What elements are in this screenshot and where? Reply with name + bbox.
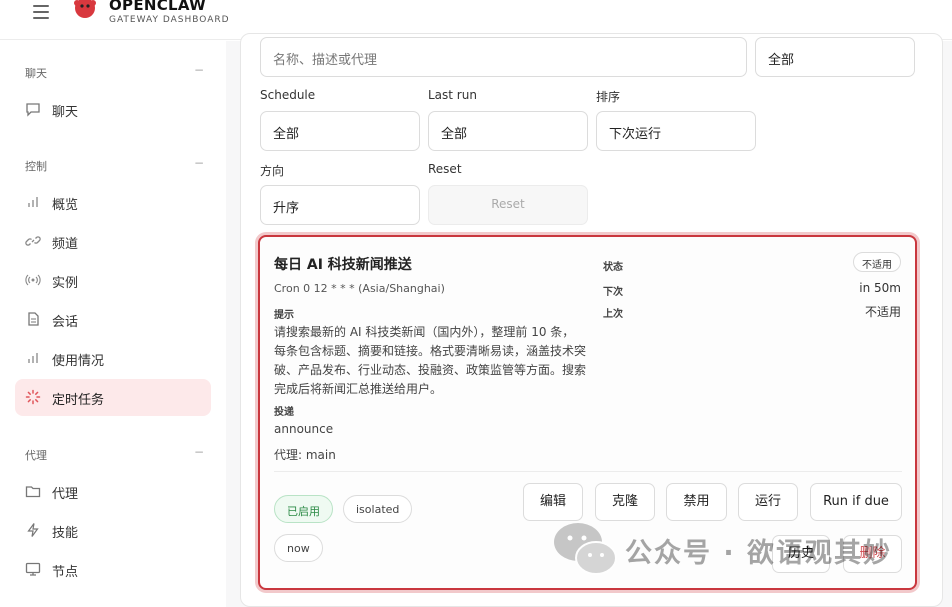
watermark-text: 公众号 · 欲语观其妙 (625, 538, 893, 569)
last-run-filter-select[interactable]: 全部 (428, 111, 588, 151)
group-collapse-toggle[interactable]: − (194, 63, 204, 77)
sidebar-item-skills[interactable]: 技能 (15, 512, 211, 549)
sidebar-item-label: 概览 (52, 198, 79, 213)
group-title-agents: 代理 (25, 449, 47, 462)
group-collapse-toggle[interactable]: − (194, 156, 204, 170)
card-divider (274, 471, 902, 472)
sidebar-item-overview[interactable]: 概览 (15, 184, 211, 221)
status-badge: 不适用 (853, 252, 901, 272)
sidebar: 聊天 − 聊天 控制 − 概览 频道 实例 会话 使用情况 定时任务 代理 − … (0, 41, 226, 607)
wake-mode-chip: now (274, 534, 323, 562)
enabled-chip: 已启用 (274, 495, 333, 523)
run-button[interactable]: 运行 (738, 483, 798, 521)
broadcast-icon (25, 274, 41, 286)
sidebar-item-label: 节点 (52, 565, 79, 580)
openclaw-logo-icon (74, 0, 96, 18)
sidebar-item-label: 技能 (52, 526, 79, 541)
sidebar-item-label: 会话 (52, 315, 79, 330)
next-run-value: in 50m (859, 281, 901, 295)
disable-button[interactable]: 禁用 (666, 483, 727, 521)
sidebar-item-instances[interactable]: 实例 (15, 262, 211, 299)
sidebar-item-agents[interactable]: 代理 (15, 473, 211, 510)
delivery-label: 投递 (274, 407, 294, 418)
direction-select[interactable]: 升序 (260, 185, 420, 225)
prompt-label: 提示 (274, 310, 294, 321)
brand-subtitle: GATEWAY DASHBOARD (109, 15, 230, 25)
reset-button[interactable]: Reset (428, 185, 588, 225)
sidebar-item-label: 使用情况 (52, 354, 105, 369)
brand-title: OPENCLAW (109, 0, 206, 14)
sidebar-item-nodes[interactable]: 节点 (15, 551, 211, 588)
group-title-chat: 聊天 (25, 67, 47, 80)
sort-label: 排序 (596, 90, 621, 104)
bar-chart-icon (28, 197, 38, 207)
sidebar-item-usage[interactable]: 使用情况 (15, 340, 211, 377)
session-chip: isolated (343, 495, 413, 523)
job-cron-expression: Cron 0 12 * * * (Asia/Shanghai) (274, 282, 445, 295)
sidebar-item-sessions[interactable]: 会话 (15, 301, 211, 338)
job-prompt: 请搜索最新的 AI 科技类新闻（国内外），整理前 10 条，每条包含标题、摘要和… (274, 325, 587, 396)
sidebar-item-chat[interactable]: 聊天 (15, 91, 211, 128)
sort-select[interactable]: 下次运行 (596, 111, 756, 151)
reset-label: Reset (428, 162, 462, 176)
last-run-value: 不适用 (864, 305, 901, 319)
sidebar-item-label: 实例 (52, 276, 79, 291)
link-icon (25, 236, 41, 246)
last-run-filter-label: Last run (428, 88, 477, 102)
monitor-icon (25, 562, 41, 576)
folder-icon (25, 486, 41, 498)
sidebar-item-label: 定时任务 (52, 393, 105, 408)
sidebar-item-label: 频道 (52, 237, 79, 252)
schedule-filter-label: Schedule (260, 88, 316, 102)
sidebar-item-label: 代理 (52, 487, 79, 502)
sidebar-item-channels[interactable]: 频道 (15, 223, 211, 260)
menu-icon[interactable] (33, 5, 49, 19)
agent-value: 代理: main (274, 448, 336, 462)
next-run-key: 下次 (603, 287, 623, 298)
loader-icon (25, 389, 41, 405)
bar-chart-icon (28, 353, 38, 363)
enabled-filter-select[interactable]: 全部 (755, 37, 915, 77)
run-if-due-button[interactable]: Run if due (810, 483, 902, 521)
edit-button[interactable]: 编辑 (523, 483, 583, 521)
chat-icon (26, 103, 40, 117)
sidebar-item-cron-jobs[interactable]: 定时任务 (15, 379, 211, 416)
group-collapse-toggle[interactable]: − (194, 445, 204, 459)
group-title-control: 控制 (25, 160, 47, 173)
sidebar-item-label: 聊天 (52, 105, 79, 120)
last-run-key: 上次 (603, 309, 623, 320)
schedule-filter-select[interactable]: 全部 (260, 111, 420, 151)
direction-label: 方向 (260, 164, 285, 178)
clone-button[interactable]: 克隆 (595, 483, 655, 521)
wechat-icon (554, 523, 617, 575)
delivery-value: announce (274, 422, 334, 436)
job-title: 每日 AI 科技新闻推送 (274, 257, 412, 273)
status-key: 状态 (603, 262, 623, 273)
lightning-icon (27, 523, 39, 537)
document-icon (28, 312, 39, 326)
search-input[interactable]: 名称、描述或代理 (260, 37, 747, 77)
